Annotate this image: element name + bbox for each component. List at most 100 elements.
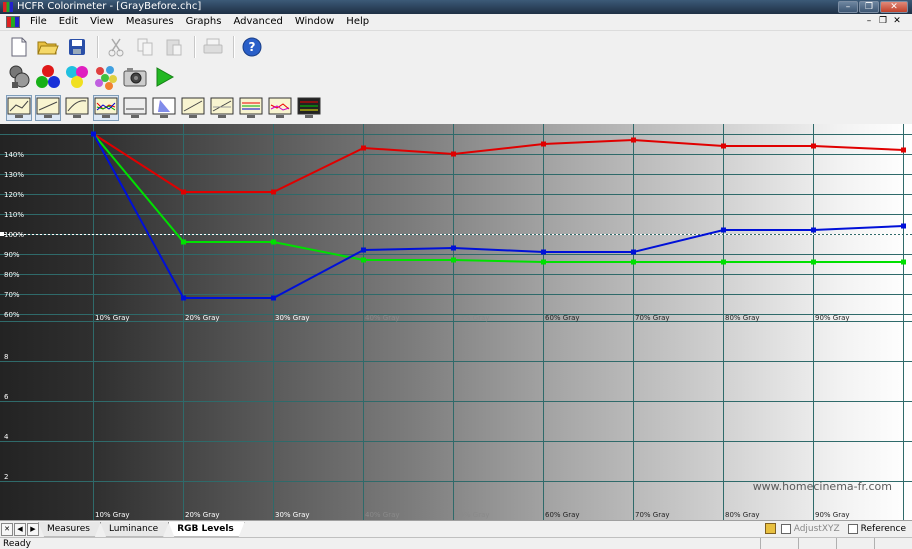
data-point-blue bbox=[901, 223, 906, 229]
x-tick-label: 60% Gray bbox=[545, 314, 580, 322]
play-icon[interactable] bbox=[151, 64, 177, 90]
sensor-icon[interactable] bbox=[6, 64, 32, 90]
data-point-red bbox=[901, 147, 906, 153]
data-point-green bbox=[181, 239, 186, 245]
color-balls-icon[interactable] bbox=[64, 64, 90, 90]
data-point-blue bbox=[361, 247, 366, 253]
menu-edit[interactable]: Edit bbox=[53, 14, 84, 30]
cut-icon[interactable] bbox=[103, 34, 129, 60]
menu-file[interactable]: File bbox=[24, 14, 53, 30]
paste-icon[interactable] bbox=[161, 34, 187, 60]
adjust-icon bbox=[764, 523, 776, 534]
colorchecker-icon[interactable] bbox=[93, 64, 119, 90]
status-text: Ready bbox=[3, 539, 31, 549]
data-point-blue bbox=[631, 249, 636, 255]
minimize-button[interactable]: – bbox=[838, 1, 858, 13]
x-tick-label: 10% Gray bbox=[95, 314, 130, 322]
restore-button[interactable]: ❐ bbox=[859, 1, 879, 13]
x-tick-label: 30% Gray bbox=[275, 314, 310, 322]
help-icon[interactable]: ? bbox=[239, 34, 265, 60]
mdi-restore-icon[interactable]: ❐ bbox=[876, 16, 890, 26]
adjust-xyz-label: AdjustXYZ bbox=[793, 523, 840, 534]
data-point-red bbox=[541, 141, 546, 147]
scroll-right-icon[interactable]: ▶ bbox=[27, 522, 39, 536]
x-tick-label-bottom: 30% Gray bbox=[275, 511, 310, 519]
window-title: HCFR Colorimeter - [GrayBefore.chc] bbox=[17, 1, 202, 12]
close-view-icon[interactable]: ✕ bbox=[1, 522, 13, 536]
data-point-green bbox=[361, 257, 366, 263]
x-tick-label: 20% Gray bbox=[185, 314, 220, 322]
data-point-blue bbox=[451, 245, 456, 251]
graph-view-9-icon[interactable] bbox=[238, 95, 264, 121]
tab-measures[interactable]: Measures bbox=[38, 522, 101, 537]
open-folder-icon[interactable] bbox=[35, 34, 61, 60]
data-point-blue bbox=[271, 295, 276, 301]
x-tick-label: 40% Gray bbox=[365, 314, 400, 322]
graph-view-7-icon[interactable] bbox=[180, 95, 206, 121]
y-tick-label: 80% bbox=[4, 271, 20, 279]
tab-luminance[interactable]: Luminance bbox=[100, 522, 169, 537]
print-icon[interactable] bbox=[200, 34, 226, 60]
reference-checkbox[interactable] bbox=[847, 523, 858, 534]
data-point-green bbox=[451, 257, 456, 263]
y-tick-label: 90% bbox=[4, 251, 20, 259]
adjust-xyz-checkbox[interactable] bbox=[780, 523, 791, 534]
graph-view-10-icon[interactable] bbox=[267, 95, 293, 121]
data-point-green bbox=[721, 259, 726, 265]
menu-help[interactable]: Help bbox=[340, 14, 375, 30]
series-line-green bbox=[92, 133, 904, 263]
svg-text:?: ? bbox=[249, 40, 256, 54]
app-icon bbox=[3, 2, 13, 12]
copy-icon[interactable] bbox=[132, 34, 158, 60]
menu-graphs[interactable]: Graphs bbox=[180, 14, 228, 30]
graph-toolbar bbox=[0, 92, 912, 124]
x-tick-label: 50% Gray bbox=[455, 314, 490, 322]
scroll-left-icon[interactable]: ◀ bbox=[14, 522, 26, 536]
y-tick-label: 120% bbox=[4, 191, 24, 199]
x-tick-label-bottom: 90% Gray bbox=[815, 511, 850, 519]
y-tick-label-lower: 6 bbox=[4, 393, 9, 401]
mdi-minimize-icon[interactable]: – bbox=[862, 16, 876, 26]
menu-advanced[interactable]: Advanced bbox=[227, 14, 288, 30]
y-tick-label-lower: 2 bbox=[4, 473, 8, 481]
rgb-levels-chart: 140% 130% 120% 110% 100% 90% 80% 70% 60% 8 6 4 2 10% … bbox=[0, 124, 912, 520]
y-tick-label: 60% bbox=[4, 311, 20, 319]
new-file-icon[interactable] bbox=[6, 34, 32, 60]
watermark-text: www.homecinema-fr.com bbox=[753, 480, 892, 493]
close-button[interactable]: ✕ bbox=[880, 1, 908, 13]
y-tick-label: 100% bbox=[4, 231, 24, 239]
graph-view-1-icon[interactable] bbox=[6, 95, 32, 121]
x-tick-label-bottom: 10% Gray bbox=[95, 511, 130, 519]
save-disk-icon[interactable] bbox=[64, 34, 90, 60]
menu-bar: File Edit View Measures Graphs Advanced … bbox=[0, 14, 912, 31]
graph-view-2-icon[interactable] bbox=[35, 95, 61, 121]
reference-label: Reference bbox=[860, 523, 906, 534]
status-pane bbox=[836, 538, 874, 549]
graph-view-3-icon[interactable] bbox=[64, 95, 90, 121]
rgb-balls-icon[interactable] bbox=[35, 64, 61, 90]
menu-view[interactable]: View bbox=[84, 14, 120, 30]
graph-view-11-icon[interactable] bbox=[296, 95, 322, 121]
x-tick-label-bottom: 70% Gray bbox=[635, 511, 670, 519]
graph-view-4-icon[interactable] bbox=[93, 95, 119, 121]
menu-measures[interactable]: Measures bbox=[120, 14, 180, 30]
data-point-blue bbox=[721, 227, 726, 233]
menu-window[interactable]: Window bbox=[289, 14, 340, 30]
x-tick-label-bottom: 60% Gray bbox=[545, 511, 580, 519]
graph-view-5-icon[interactable] bbox=[122, 95, 148, 121]
data-point-blue bbox=[91, 131, 96, 137]
tab-rgb-levels[interactable]: RGB Levels bbox=[168, 522, 245, 537]
title-bar: HCFR Colorimeter - [GrayBefore.chc] – ❐ … bbox=[0, 0, 912, 14]
data-point-blue bbox=[541, 249, 546, 255]
cie-diagram-icon[interactable] bbox=[151, 95, 177, 121]
y-tick-label: 70% bbox=[4, 291, 20, 299]
graph-view-8-icon[interactable] bbox=[209, 95, 235, 121]
document-icon[interactable] bbox=[6, 16, 20, 28]
status-pane bbox=[798, 538, 836, 549]
mdi-close-icon[interactable]: ✕ bbox=[890, 16, 904, 26]
x-tick-label-bottom: 40% Gray bbox=[365, 511, 400, 519]
chart-canvas: 140% 130% 120% 110% 100% 90% 80% 70% 60% 8 6 4 2 10% … bbox=[0, 124, 912, 520]
camera-icon[interactable] bbox=[122, 64, 148, 90]
data-point-red bbox=[361, 145, 366, 151]
series-line-blue bbox=[92, 133, 904, 299]
